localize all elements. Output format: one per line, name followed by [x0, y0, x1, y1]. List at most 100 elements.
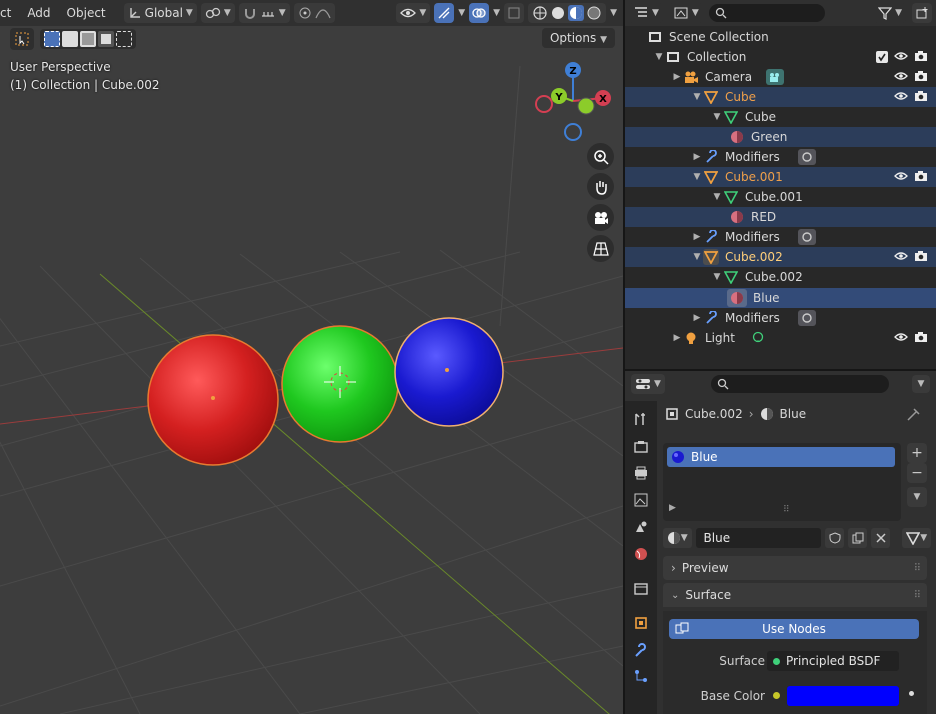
drag-handle-icon[interactable]: ⠿	[914, 563, 921, 574]
new-collection-button[interactable]	[912, 3, 932, 23]
editor-type-dropdown[interactable]: ▼	[631, 374, 665, 394]
outliner-row-cube[interactable]: ▼ Cube	[625, 87, 936, 107]
render-camera-icon[interactable]	[914, 90, 928, 105]
outliner-search-input[interactable]	[708, 4, 825, 22]
chevron-down-icon[interactable]: ▼	[610, 8, 617, 18]
outliner-row-cube-002[interactable]: ▼ Cube.002	[625, 247, 936, 267]
green-sphere[interactable]	[281, 325, 399, 443]
expand-arrow-icon[interactable]: ▶	[671, 333, 683, 343]
camera-view-button[interactable]	[587, 204, 614, 231]
chevron-down-icon[interactable]: ▼	[458, 8, 465, 18]
outliner-row-green-material[interactable]: Green	[625, 127, 936, 147]
remove-slot-button[interactable]: −	[907, 463, 927, 483]
collapse-arrow-icon[interactable]: ▼	[691, 92, 703, 102]
material-name-field[interactable]: Blue	[695, 528, 822, 548]
perspective-toggle-button[interactable]	[587, 235, 614, 262]
duplicate-material-button[interactable]	[848, 528, 868, 548]
xray-toggle[interactable]	[504, 3, 525, 23]
base-color-swatch[interactable]	[787, 686, 899, 706]
chevron-down-icon[interactable]: ▼	[493, 8, 500, 18]
editor-type-dropdown[interactable]: ▼	[629, 3, 663, 23]
gizmo-toggle[interactable]	[434, 3, 455, 23]
outliner-scene-collection[interactable]: Scene Collection	[625, 27, 936, 47]
properties-search-input[interactable]	[710, 375, 889, 393]
navigation-gizmo[interactable]: Z X Y	[528, 56, 618, 146]
keyframe-dot-icon[interactable]	[909, 691, 914, 696]
render-camera-icon[interactable]	[914, 50, 928, 65]
outliner-row-cube-modifiers[interactable]: ▶ Modifiers	[625, 147, 936, 167]
select-new-icon[interactable]	[44, 31, 60, 47]
outliner-row-cube-002-modifiers[interactable]: ▶ Modifiers	[625, 308, 936, 328]
modifier-chip[interactable]	[797, 229, 816, 245]
pin-icon[interactable]	[907, 407, 921, 424]
orientation-dropdown[interactable]: Global ▼	[123, 3, 197, 23]
preview-panel-header[interactable]: › Preview ⠿	[663, 556, 927, 580]
add-slot-button[interactable]: +	[907, 443, 927, 463]
surface-shader-field[interactable]: Principled BSDF	[767, 651, 899, 671]
tab-object[interactable]	[631, 613, 651, 633]
select-intersect-icon[interactable]	[116, 31, 132, 47]
outliner-row-cube-002-mesh[interactable]: ▼ Cube.002	[625, 267, 936, 287]
options-dropdown[interactable]: ▼	[912, 375, 930, 393]
expand-arrow-icon[interactable]: ▶	[691, 152, 703, 162]
fake-user-button[interactable]	[825, 528, 845, 548]
collapse-arrow-icon[interactable]: ▼	[691, 172, 703, 182]
render-camera-icon[interactable]	[914, 331, 928, 346]
tab-particles[interactable]	[631, 666, 651, 686]
tab-scene[interactable]	[631, 517, 651, 537]
select-box-tool[interactable]	[10, 28, 34, 50]
rendered-shading-icon[interactable]	[586, 5, 602, 21]
eye-icon[interactable]	[894, 331, 908, 345]
link-mode-dropdown[interactable]: ▼	[902, 528, 932, 548]
select-extend-icon[interactable]	[62, 31, 78, 47]
menu-add[interactable]: Add	[21, 6, 56, 20]
wireframe-shading-icon[interactable]	[532, 5, 548, 21]
tab-world[interactable]	[631, 544, 651, 564]
use-nodes-button[interactable]: Use Nodes	[669, 619, 919, 639]
light-data-chip[interactable]	[749, 330, 767, 346]
outliner-collection[interactable]: ▼ Collection	[625, 47, 936, 67]
overlays-toggle[interactable]	[469, 3, 490, 23]
menu-object[interactable]: Object	[61, 6, 112, 20]
outliner-row-cube-001-modifiers[interactable]: ▶ Modifiers	[625, 227, 936, 247]
camera-data-chip[interactable]	[766, 69, 785, 85]
expand-arrow-icon[interactable]: ▶	[669, 503, 676, 513]
outliner-row-red-material[interactable]: RED	[625, 207, 936, 227]
eye-icon[interactable]	[894, 70, 908, 84]
collapse-arrow-icon[interactable]: ▼	[711, 112, 723, 122]
options-button[interactable]: Options ▼	[541, 28, 615, 48]
3d-viewport[interactable]: ct Add Object Global ▼ ▼ ▼ ▼ ▼ ▼ ▼ Optio…	[0, 0, 623, 714]
tab-tool[interactable]	[631, 409, 651, 429]
eye-icon[interactable]	[894, 50, 908, 64]
material-slot-item[interactable]: Blue	[667, 447, 895, 467]
material-preview-shading[interactable]	[568, 5, 585, 21]
snap-dropdown[interactable]: ▼	[238, 3, 290, 23]
render-camera-icon[interactable]	[914, 250, 928, 265]
eye-icon[interactable]	[894, 90, 908, 104]
render-camera-icon[interactable]	[914, 170, 928, 185]
collapse-arrow-icon[interactable]: ▼	[691, 252, 703, 262]
zoom-button[interactable]	[587, 143, 614, 170]
unlink-material-button[interactable]	[871, 528, 891, 548]
select-subtract-icon[interactable]	[80, 31, 96, 47]
pan-button[interactable]	[587, 173, 614, 200]
neg-z-handle[interactable]	[564, 123, 582, 141]
menu-select[interactable]: ct	[0, 6, 17, 20]
proportional-edit[interactable]	[293, 3, 335, 23]
tab-view-layer[interactable]	[631, 490, 651, 510]
select-invert-icon[interactable]	[98, 31, 114, 47]
material-slot-list[interactable]: Blue ▶ ⠿	[663, 443, 901, 521]
neg-y-handle[interactable]	[577, 97, 595, 115]
resize-grip-icon[interactable]: ⠿	[783, 505, 790, 515]
tab-render[interactable]	[631, 437, 651, 457]
expand-arrow-icon[interactable]: ▶	[691, 313, 703, 323]
visibility-dropdown[interactable]: ▼	[396, 3, 431, 23]
collapse-arrow-icon[interactable]: ▼	[711, 272, 723, 282]
outliner-row-light[interactable]: ▶ Light	[625, 328, 936, 348]
outliner-row-blue-material[interactable]: Blue	[625, 288, 936, 308]
solid-shading-icon[interactable]	[550, 5, 566, 21]
blue-sphere[interactable]	[394, 317, 504, 427]
exclude-checkbox[interactable]	[876, 51, 888, 63]
browse-material-button[interactable]: ▼	[663, 528, 692, 548]
display-mode-dropdown[interactable]: ▼	[668, 3, 703, 23]
